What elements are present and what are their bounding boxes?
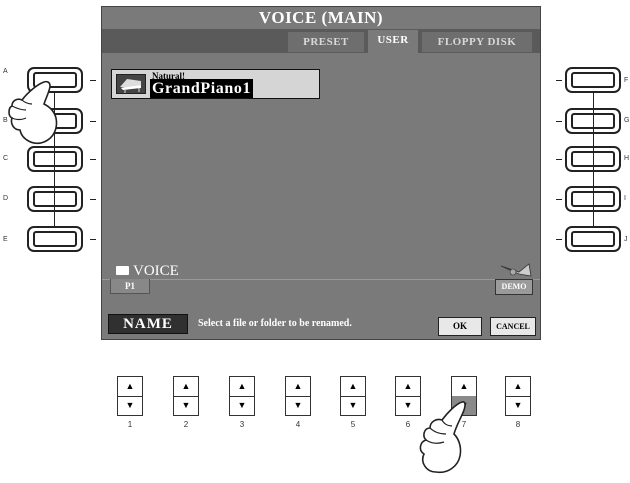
button-tick [556,199,562,200]
up-arrow-icon[interactable]: ▲ [286,377,310,397]
button-label-a: A [3,68,8,75]
file-item-grandpiano1[interactable]: Natural! GrandPiano1 [111,69,320,99]
number-button-8[interactable]: ▲ ▼ [505,376,531,416]
up-arrow-icon[interactable]: ▲ [118,377,142,397]
button-label-e: E [3,236,8,243]
folder-label: VOICE [133,263,179,279]
piano-icon [116,74,146,94]
number-button-1[interactable]: ▲ ▼ [117,376,143,416]
up-arrow-icon[interactable]: ▲ [452,377,476,397]
tab-user[interactable]: USER [368,30,418,53]
page-divider [102,279,540,280]
button-tick [90,121,96,122]
number-button-3[interactable]: ▲ ▼ [229,376,255,416]
button-tick [90,239,96,240]
number-button-5[interactable]: ▲ ▼ [340,376,366,416]
button-connector [593,93,594,226]
ok-button[interactable]: OK [438,317,482,336]
up-arrow-icon[interactable]: ▲ [396,377,420,397]
page-tab-p1[interactable]: P1 [110,279,150,294]
pointing-hand-icon [8,80,58,145]
cancel-button[interactable]: CANCEL [490,317,536,336]
button-tick [556,159,562,160]
number-label: 8 [515,420,521,429]
number-label: 1 [127,420,133,429]
button-label-g: G [624,117,630,124]
button-label-f: F [624,77,629,84]
status-message: Select a file or folder to be renamed. [198,318,352,329]
down-arrow-icon[interactable]: ▼ [118,396,142,415]
side-button-f[interactable] [565,67,621,93]
side-button-j[interactable] [565,226,621,252]
pointing-hand-icon [419,401,466,474]
down-arrow-icon[interactable]: ▼ [506,396,530,415]
up-arrow-icon[interactable]: ▲ [174,377,198,397]
number-label: 2 [183,420,189,429]
trumpet-icon [499,260,533,280]
lcd-screen: VOICE (MAIN) PRESET USER FLOPPY DISK Nat… [101,6,541,340]
tab-floppy-disk[interactable]: FLOPPY DISK [422,32,532,52]
number-button-4[interactable]: ▲ ▼ [285,376,311,416]
down-arrow-icon[interactable]: ▼ [286,396,310,415]
up-arrow-icon[interactable]: ▲ [341,377,365,397]
folder-path: VOICE [116,263,179,280]
number-button-2[interactable]: ▲ ▼ [173,376,199,416]
tab-preset[interactable]: PRESET [288,32,364,52]
number-label: 5 [350,420,356,429]
number-label: 4 [295,420,301,429]
number-label: 3 [239,420,245,429]
screen-title: VOICE (MAIN) [258,8,384,27]
mode-name-label: NAME [108,314,188,334]
side-button-d[interactable] [27,186,83,212]
file-name: GrandPiano1 [150,79,254,98]
button-label-j: J [624,236,628,243]
down-arrow-icon[interactable]: ▼ [174,396,198,415]
folder-icon [116,266,129,275]
side-button-e[interactable] [27,226,83,252]
button-label-h: H [624,155,630,162]
button-label-c: C [3,155,9,162]
up-arrow-icon[interactable]: ▲ [230,377,254,397]
down-arrow-icon[interactable]: ▼ [341,396,365,415]
button-tick [90,80,96,81]
button-tick [90,199,96,200]
up-arrow-icon[interactable]: ▲ [506,377,530,397]
button-tick [556,121,562,122]
button-tick [556,239,562,240]
button-tick [556,80,562,81]
demo-button[interactable]: DEMO [495,279,533,295]
button-tick [90,159,96,160]
button-label-i: I [624,195,626,202]
button-label-d: D [3,195,9,202]
down-arrow-icon[interactable]: ▼ [230,396,254,415]
